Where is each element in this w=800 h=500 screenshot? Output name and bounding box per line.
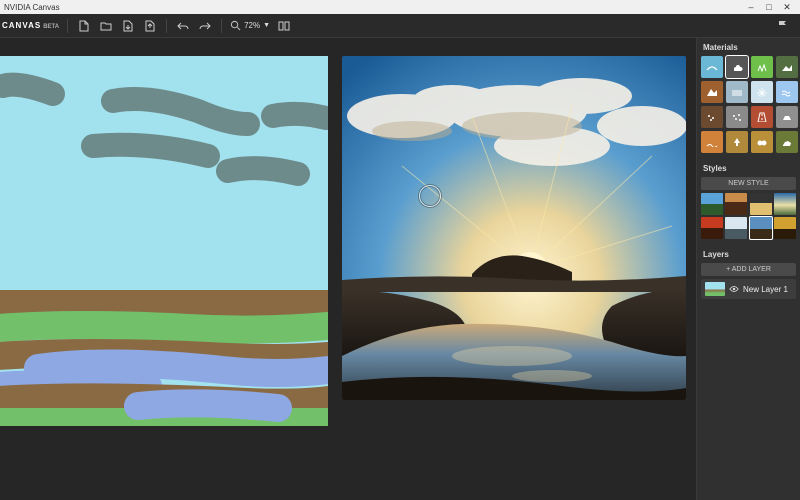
styles-header: Styles: [697, 159, 800, 177]
canvas-area: [0, 38, 696, 500]
beta-label: BETA: [43, 24, 59, 30]
zoom-control[interactable]: 72% ▼: [230, 20, 270, 31]
material-grass[interactable]: [751, 56, 773, 78]
new-file-button[interactable]: [76, 18, 92, 34]
style-thumb-6[interactable]: [725, 217, 747, 239]
magnifier-icon: [230, 20, 241, 31]
cloud-icon: [731, 62, 743, 72]
sky-icon: [706, 62, 718, 72]
gravel-icon: [731, 112, 743, 122]
zoom-value: 72%: [244, 21, 260, 30]
layer-name: New Layer 1: [743, 285, 788, 294]
mountain-icon: [706, 87, 718, 97]
dirt-icon: [706, 112, 718, 122]
output-canvas[interactable]: [342, 56, 686, 400]
sketch-content: [0, 56, 328, 426]
road-icon: [756, 112, 768, 122]
material-water[interactable]: [776, 81, 798, 103]
undo-button[interactable]: [175, 18, 191, 34]
split-view-button[interactable]: [276, 18, 292, 34]
visibility-icon[interactable]: [729, 284, 739, 294]
grass-icon: [756, 62, 768, 72]
bush-icon: [756, 137, 768, 147]
new-style-button[interactable]: NEW STYLE: [701, 177, 796, 190]
sand-icon: [706, 137, 718, 147]
app-brand: CANVASBETA: [2, 21, 59, 30]
layer-row[interactable]: New Layer 1: [701, 279, 796, 299]
redo-button[interactable]: [197, 18, 213, 34]
output-render: [342, 56, 686, 400]
style-thumb-4[interactable]: [774, 193, 796, 215]
layer-thumbnail: [705, 282, 725, 296]
snow-icon: [756, 87, 768, 97]
window-close-button[interactable]: ✕: [778, 2, 796, 13]
style-thumb-2[interactable]: [725, 193, 747, 215]
material-bush[interactable]: [751, 131, 773, 153]
hill-icon: [781, 62, 793, 72]
material-road[interactable]: [751, 106, 773, 128]
style-thumb-5[interactable]: [701, 217, 723, 239]
style-thumb-1[interactable]: [701, 193, 723, 215]
window-minimize-button[interactable]: –: [742, 2, 760, 12]
material-sand[interactable]: [701, 131, 723, 153]
tree-icon: [731, 137, 743, 147]
material-mountain[interactable]: [701, 81, 723, 103]
style-thumb-3[interactable]: [750, 193, 772, 215]
rock-icon: [781, 137, 793, 147]
material-fog[interactable]: [726, 81, 748, 103]
material-dirt[interactable]: [701, 106, 723, 128]
style-thumb-7[interactable]: [750, 217, 772, 239]
export-file-button[interactable]: [142, 18, 158, 34]
material-hill[interactable]: [776, 56, 798, 78]
layers-list: New Layer 1: [697, 279, 800, 299]
window-maximize-button[interactable]: □: [760, 2, 778, 12]
main-toolbar: CANVASBETA 72% ▼: [0, 14, 800, 38]
stone-icon: [781, 112, 793, 122]
water-icon: [781, 87, 793, 97]
material-tree[interactable]: [726, 131, 748, 153]
side-panel: Materials Styles NEW STYLE Layers + ADD …: [696, 38, 800, 500]
materials-header: Materials: [697, 38, 800, 56]
styles-grid: [697, 193, 800, 245]
fog-icon: [731, 87, 743, 97]
material-rock[interactable]: [776, 131, 798, 153]
save-file-button[interactable]: [120, 18, 136, 34]
flag-button[interactable]: [774, 18, 790, 34]
material-sky[interactable]: [701, 56, 723, 78]
window-title: NVIDIA Canvas: [4, 3, 60, 12]
add-layer-button[interactable]: + ADD LAYER: [701, 263, 796, 276]
open-file-button[interactable]: [98, 18, 114, 34]
brand-label: CANVAS: [2, 21, 41, 30]
style-thumb-8[interactable]: [774, 217, 796, 239]
material-gravel[interactable]: [726, 106, 748, 128]
sketch-canvas[interactable]: [0, 56, 328, 426]
material-snow[interactable]: [751, 81, 773, 103]
materials-grid: [697, 56, 800, 159]
material-stone[interactable]: [776, 106, 798, 128]
material-cloud[interactable]: [726, 56, 748, 78]
layers-header: Layers: [697, 245, 800, 263]
chevron-down-icon: ▼: [263, 22, 270, 29]
window-titlebar: NVIDIA Canvas – □ ✕: [0, 0, 800, 14]
workspace: Materials Styles NEW STYLE Layers + ADD …: [0, 38, 800, 500]
